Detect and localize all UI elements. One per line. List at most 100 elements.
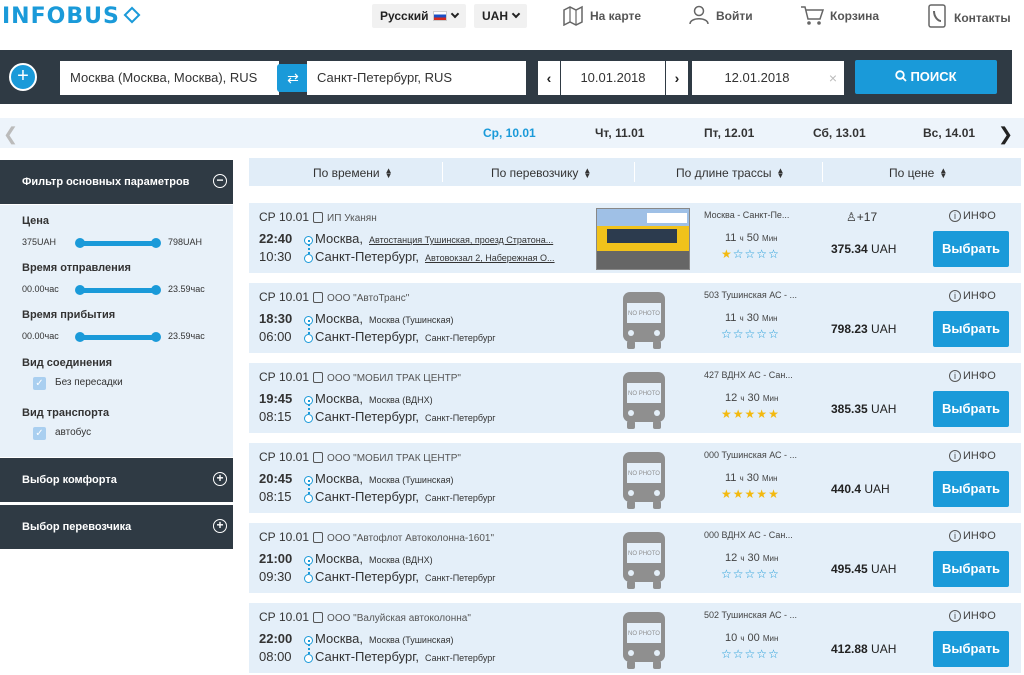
info-link[interactable]: i ИНФО bbox=[949, 530, 996, 542]
star-icon: ☆ bbox=[768, 647, 780, 661]
sort-by-price[interactable]: По цене ▲ ▼ bbox=[889, 166, 947, 180]
star-icon: ☆ bbox=[732, 647, 745, 661]
trip-date-carrier: СР 10.01 ООО "МОБИЛ ТРАК ЦЕНТР" bbox=[259, 370, 461, 384]
star-icon: ★ bbox=[768, 407, 780, 421]
chevron-right-icon: › bbox=[674, 70, 680, 86]
currency-select[interactable]: UAH bbox=[474, 4, 527, 28]
star-icon: ☆ bbox=[732, 567, 745, 581]
from-station: Москва, Москва (Тушинская) bbox=[315, 471, 454, 486]
map-icon bbox=[563, 5, 583, 27]
date-tab[interactable]: Ср, 10.01 bbox=[483, 126, 536, 140]
date-to-input[interactable]: 12.01.2018 bbox=[692, 61, 822, 95]
select-button[interactable]: Выбрать bbox=[933, 231, 1009, 267]
slider-handle[interactable] bbox=[75, 285, 85, 295]
star-icon: ★ bbox=[744, 487, 757, 501]
sort-by-time[interactable]: По времени ▲ ▼ bbox=[313, 166, 393, 180]
rating-stars: ☆☆☆☆☆ bbox=[721, 328, 780, 340]
arrival-time: 08:15 bbox=[259, 489, 292, 504]
departure-slider[interactable] bbox=[75, 285, 161, 295]
trip-date-carrier: СР 10.01 ИП Уканян bbox=[259, 210, 377, 224]
arrival-min: 00.00час bbox=[22, 331, 59, 341]
date-tab[interactable]: Сб, 13.01 bbox=[813, 126, 866, 140]
select-button[interactable]: Выбрать bbox=[933, 551, 1009, 587]
date-tab[interactable]: Вс, 14.01 bbox=[923, 126, 975, 140]
no-transfer-checkbox[interactable]: ✓ bbox=[33, 377, 46, 390]
info-link[interactable]: i ИНФО bbox=[949, 290, 996, 302]
trip-row: СР 10.01 ООО "Автофлот Автоколонна-1601" 2… bbox=[249, 523, 1021, 593]
cart-icon bbox=[801, 6, 825, 25]
bus-icon bbox=[313, 292, 324, 303]
star-icon: ☆ bbox=[744, 247, 757, 261]
rating-stars: ★☆☆☆☆ bbox=[721, 248, 780, 260]
route-name: 503 Тушинская АС - ... bbox=[704, 290, 798, 300]
price-slider[interactable] bbox=[75, 238, 161, 248]
bus-icon bbox=[313, 612, 324, 623]
date-from-input[interactable]: 10.01.2018 bbox=[561, 61, 665, 95]
star-icon: ☆ bbox=[756, 567, 769, 581]
sort-by-carrier[interactable]: По перевозчику ▲ ▼ bbox=[491, 166, 591, 180]
bus-checkbox[interactable]: ✓ bbox=[33, 427, 46, 440]
sort-by-length[interactable]: По длине трассы ▲ ▼ bbox=[676, 166, 784, 180]
star-icon: ★ bbox=[721, 247, 733, 261]
nav-cart[interactable]: Корзина bbox=[800, 4, 879, 28]
info-link[interactable]: i ИНФО bbox=[949, 610, 996, 622]
swap-button[interactable]: ⇄ bbox=[277, 64, 309, 92]
date-tab[interactable]: Чт, 11.01 bbox=[595, 126, 644, 140]
strip-next-icon[interactable]: ❯ bbox=[998, 124, 1013, 145]
expand-icon: + bbox=[213, 519, 227, 533]
slider-handle[interactable] bbox=[151, 285, 161, 295]
select-button[interactable]: Выбрать bbox=[933, 631, 1009, 667]
slider-handle[interactable] bbox=[151, 238, 161, 248]
add-route-button[interactable]: + bbox=[9, 63, 37, 91]
carrier-name: ООО "АвтоТранс" bbox=[327, 293, 410, 304]
star-icon: ☆ bbox=[721, 567, 733, 581]
from-input[interactable]: Москва (Москва, Москва), RUS bbox=[60, 61, 279, 95]
comfort-panel-header[interactable]: Выбор комфорта + bbox=[0, 458, 233, 502]
nav-login[interactable]: Войти bbox=[688, 4, 753, 28]
select-button[interactable]: Выбрать bbox=[933, 471, 1009, 507]
trip-date-carrier: СР 10.01 ООО "Валуйская автоколонна" bbox=[259, 610, 471, 624]
clear-date-button[interactable]: × bbox=[822, 61, 844, 95]
rating-stars: ☆☆☆☆☆ bbox=[721, 568, 780, 580]
language-select[interactable]: Русский bbox=[372, 4, 466, 28]
carrier-name: ООО "Валуйская автоколонна" bbox=[327, 613, 471, 624]
date-next-button[interactable]: › bbox=[666, 61, 688, 95]
to-dot-icon bbox=[304, 414, 313, 423]
arrival-label: Время прибытия bbox=[22, 309, 116, 321]
info-icon: i bbox=[949, 530, 961, 542]
star-icon: ☆ bbox=[756, 327, 769, 341]
slider-handle[interactable] bbox=[75, 332, 85, 342]
rating-stars: ★★★★★ bbox=[721, 408, 780, 420]
to-input[interactable]: Санкт-Петербург, RUS bbox=[307, 61, 526, 95]
star-icon: ☆ bbox=[744, 567, 757, 581]
rating-stars: ☆☆☆☆☆ bbox=[721, 648, 780, 660]
arrival-slider[interactable] bbox=[75, 332, 161, 342]
select-button[interactable]: Выбрать bbox=[933, 311, 1009, 347]
search-bar: + Москва (Москва, Москва), RUS ⇄ Санкт-П… bbox=[0, 50, 1012, 104]
search-icon bbox=[895, 70, 908, 82]
slider-handle[interactable] bbox=[151, 332, 161, 342]
bus-icon bbox=[313, 452, 324, 463]
nav-map[interactable]: На карте bbox=[562, 4, 641, 28]
price: 440.4 UAH bbox=[831, 482, 890, 496]
to-station: Санкт-Петербург, Санкт-Петербург bbox=[315, 489, 496, 504]
strip-prev-icon[interactable]: ❮ bbox=[3, 124, 18, 145]
route-line bbox=[308, 320, 310, 334]
seat-icon: ♙ bbox=[846, 210, 857, 224]
no-photo-label: NO PHOTO bbox=[628, 311, 660, 317]
date-prev-button[interactable]: ‹ bbox=[538, 61, 560, 95]
star-icon: ★ bbox=[756, 487, 769, 501]
slider-handle[interactable] bbox=[75, 238, 85, 248]
price: 385.35 UAH bbox=[831, 402, 897, 416]
search-button[interactable]: ПОИСК bbox=[855, 60, 997, 94]
carrier-panel-header[interactable]: Выбор перевозчика + bbox=[0, 505, 233, 549]
filter-panel-header[interactable]: Фильтр основных параметров − bbox=[0, 160, 233, 204]
info-link[interactable]: i ИНФО bbox=[949, 370, 996, 382]
price-min: 375UAH bbox=[22, 237, 57, 247]
info-link[interactable]: i ИНФО bbox=[949, 450, 996, 462]
logo[interactable]: INFOBUS bbox=[2, 4, 141, 29]
nav-contacts[interactable]: Контакты bbox=[926, 4, 1011, 28]
select-button[interactable]: Выбрать bbox=[933, 391, 1009, 427]
info-link[interactable]: i ИНФО bbox=[949, 210, 996, 222]
date-tab[interactable]: Пт, 12.01 bbox=[704, 126, 754, 140]
